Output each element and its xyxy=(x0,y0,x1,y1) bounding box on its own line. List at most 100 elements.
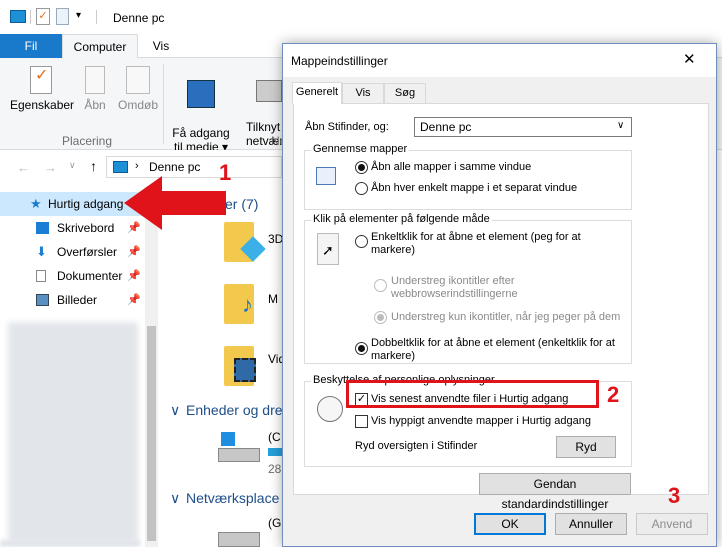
underline-browser-line2: webbrowserindstillingerne xyxy=(391,288,518,300)
folder-label: M xyxy=(268,292,278,306)
rename-icon xyxy=(126,66,150,94)
dialog-title: Mappeindstillinger xyxy=(291,54,388,68)
underline-browser-radio[interactable] xyxy=(374,279,387,292)
click-group-title: Klik på elementer på følgende måde xyxy=(311,213,492,225)
tab-generelt[interactable]: Generelt xyxy=(292,82,342,104)
single-click-radio[interactable] xyxy=(355,235,368,248)
network-drive-icon xyxy=(256,80,282,102)
pin-icon[interactable]: 📌 xyxy=(127,288,141,312)
ok-button[interactable]: OK xyxy=(474,513,546,535)
underline-hover-radio[interactable] xyxy=(374,311,387,324)
open-explorer-value: Denne pc xyxy=(420,120,472,134)
annotation-number-1: 1 xyxy=(219,160,232,185)
properties-label: Egenskaber xyxy=(10,98,75,112)
pointer-icon: ➚ xyxy=(317,233,339,265)
browse-folders-group: Gennemse mapper Åbn alle mapper i samme … xyxy=(304,143,632,210)
open-icon xyxy=(85,66,105,94)
nav-pane-scrollbar[interactable] xyxy=(145,186,158,547)
nav-item-label: Hurtig adgang xyxy=(48,197,124,211)
back-arrow-icon[interactable]: ← xyxy=(17,160,30,175)
clear-history-label: Ryd oversigten i Stifinder xyxy=(355,440,478,452)
computer-icon xyxy=(10,10,26,23)
browse-opt2-label[interactable]: Åbn hver enkelt mappe i et separat vindu… xyxy=(371,182,577,194)
title-bar: ✓ ▾ Denne pc xyxy=(0,0,722,34)
star-icon: ★ xyxy=(30,196,42,211)
nav-item-documents[interactable]: Dokumenter 📌 xyxy=(0,264,145,288)
browse-opt1-label[interactable]: Åbn alle mapper i samme vindue xyxy=(371,161,531,173)
browse-same-window-radio[interactable] xyxy=(355,161,368,174)
open-label: Åbn xyxy=(84,98,106,112)
breadcrumb-chevron-icon: › xyxy=(135,160,139,172)
single-click-label-line1: Enkeltklik for at åbne et element (peg f… xyxy=(371,231,581,243)
underline-browser-line1: Understreg ikontitler efter xyxy=(391,275,515,287)
devices-header[interactable]: Enheder og dre xyxy=(186,402,283,418)
tab-fil[interactable]: Fil xyxy=(0,34,62,58)
frequent-folders-checkbox[interactable] xyxy=(355,415,368,428)
drive-icon[interactable] xyxy=(218,448,260,462)
media-button[interactable]: Få adgang til medie ▾ xyxy=(170,66,232,154)
desktop-icon xyxy=(36,222,49,234)
nav-item-label: Billeder xyxy=(57,293,98,307)
windows-icon xyxy=(221,432,235,446)
frequent-folders-label[interactable]: Vis hyppigt anvendte mapper i Hurtig adg… xyxy=(371,415,591,427)
restore-defaults-button[interactable]: Gendan standardindstillinger xyxy=(479,473,631,511)
dialog-title-bar: Mappeindstillinger ✕ xyxy=(283,44,716,77)
pin-icon[interactable]: 📌 xyxy=(127,240,141,264)
blurred-item xyxy=(0,540,140,547)
annotation-number-3: 3 xyxy=(668,483,681,508)
rename-button[interactable]: Omdøb xyxy=(116,66,160,112)
cancel-button[interactable]: Annuller xyxy=(555,513,627,535)
properties-icon: ✓ xyxy=(30,66,52,94)
browse-separate-window-radio[interactable] xyxy=(355,182,368,195)
pin-icon[interactable]: 📌 xyxy=(127,264,141,288)
folders-header[interactable]: er (7) xyxy=(225,196,258,212)
double-click-radio[interactable] xyxy=(355,342,368,355)
browse-group-title: Gennemse mapper xyxy=(311,143,410,155)
network-header[interactable]: Netværksplace xyxy=(186,490,279,506)
folder-options-dialog: Mappeindstillinger ✕ Generelt Vis Søg Åb… xyxy=(282,43,717,547)
nav-item-downloads[interactable]: ⬇ Overførsler 📌 xyxy=(0,240,145,264)
annotation-number-2: 2 xyxy=(607,382,620,407)
properties-qat-icon[interactable]: ✓ xyxy=(36,8,50,25)
nav-item-label: Dokumenter xyxy=(57,269,123,283)
tab-vis[interactable]: Vis xyxy=(342,83,384,104)
new-folder-qat-icon[interactable] xyxy=(56,8,69,25)
properties-button[interactable]: ✓ Egenskaber xyxy=(10,66,75,112)
scrollbar-thumb[interactable] xyxy=(147,326,156,541)
open-explorer-select[interactable]: Denne pc ∨ xyxy=(414,117,632,137)
tab-soeg[interactable]: Søg xyxy=(384,83,426,104)
clear-button[interactable]: Ryd xyxy=(556,436,616,458)
clock-icon xyxy=(317,396,343,422)
close-icon[interactable]: ✕ xyxy=(683,50,696,68)
blurred-nav-items xyxy=(8,322,138,542)
music-icon: ♪ xyxy=(242,292,253,317)
network-chevron-icon[interactable]: ∨ xyxy=(170,490,180,507)
double-click-label-line1: Dobbeltklik for at åbne et element (enke… xyxy=(371,337,615,349)
annotation-highlight-box xyxy=(346,380,599,408)
media-icon xyxy=(187,80,215,108)
forward-arrow-icon[interactable]: → xyxy=(44,160,57,175)
nav-item-pictures[interactable]: Billeder 📌 xyxy=(0,288,145,312)
download-icon: ⬇ xyxy=(36,244,47,259)
click-items-group: Klik på elementer på følgende måde ➚ Enk… xyxy=(304,213,632,364)
up-arrow-icon[interactable]: ↑ xyxy=(90,158,97,174)
devices-chevron-icon[interactable]: ∨ xyxy=(170,402,180,419)
drive-label: (C xyxy=(268,430,281,444)
tab-vis[interactable]: Vis xyxy=(140,34,182,58)
general-tab-panel: Åbn Stifinder, og: Denne pc ∨ Gennemse m… xyxy=(293,103,709,511)
recent-dropdown-icon[interactable]: ∨ xyxy=(69,160,76,171)
network-drive-icon[interactable] xyxy=(218,532,260,547)
rename-label: Omdøb xyxy=(117,98,158,112)
tab-computer[interactable]: Computer xyxy=(62,34,138,58)
window-title: Denne pc xyxy=(113,11,165,25)
open-button[interactable]: Åbn xyxy=(80,66,110,112)
chevron-down-icon: ∨ xyxy=(617,120,625,131)
double-click-label[interactable]: Dobbeltklik for at åbne et element (enke… xyxy=(371,337,615,363)
underline-hover-label: Understreg kun ikontitler, når jeg peger… xyxy=(391,311,621,323)
single-click-label[interactable]: Enkeltklik for at åbne et element (peg f… xyxy=(371,231,581,257)
network-location-label: (G xyxy=(268,516,282,530)
underline-browser-label: Understreg ikontitler efter webbrowserin… xyxy=(391,275,518,301)
qat-dropdown-icon[interactable]: ▾ xyxy=(76,10,81,21)
open-explorer-label: Åbn Stifinder, og: xyxy=(305,121,389,133)
apply-button[interactable]: Anvend xyxy=(636,513,708,535)
